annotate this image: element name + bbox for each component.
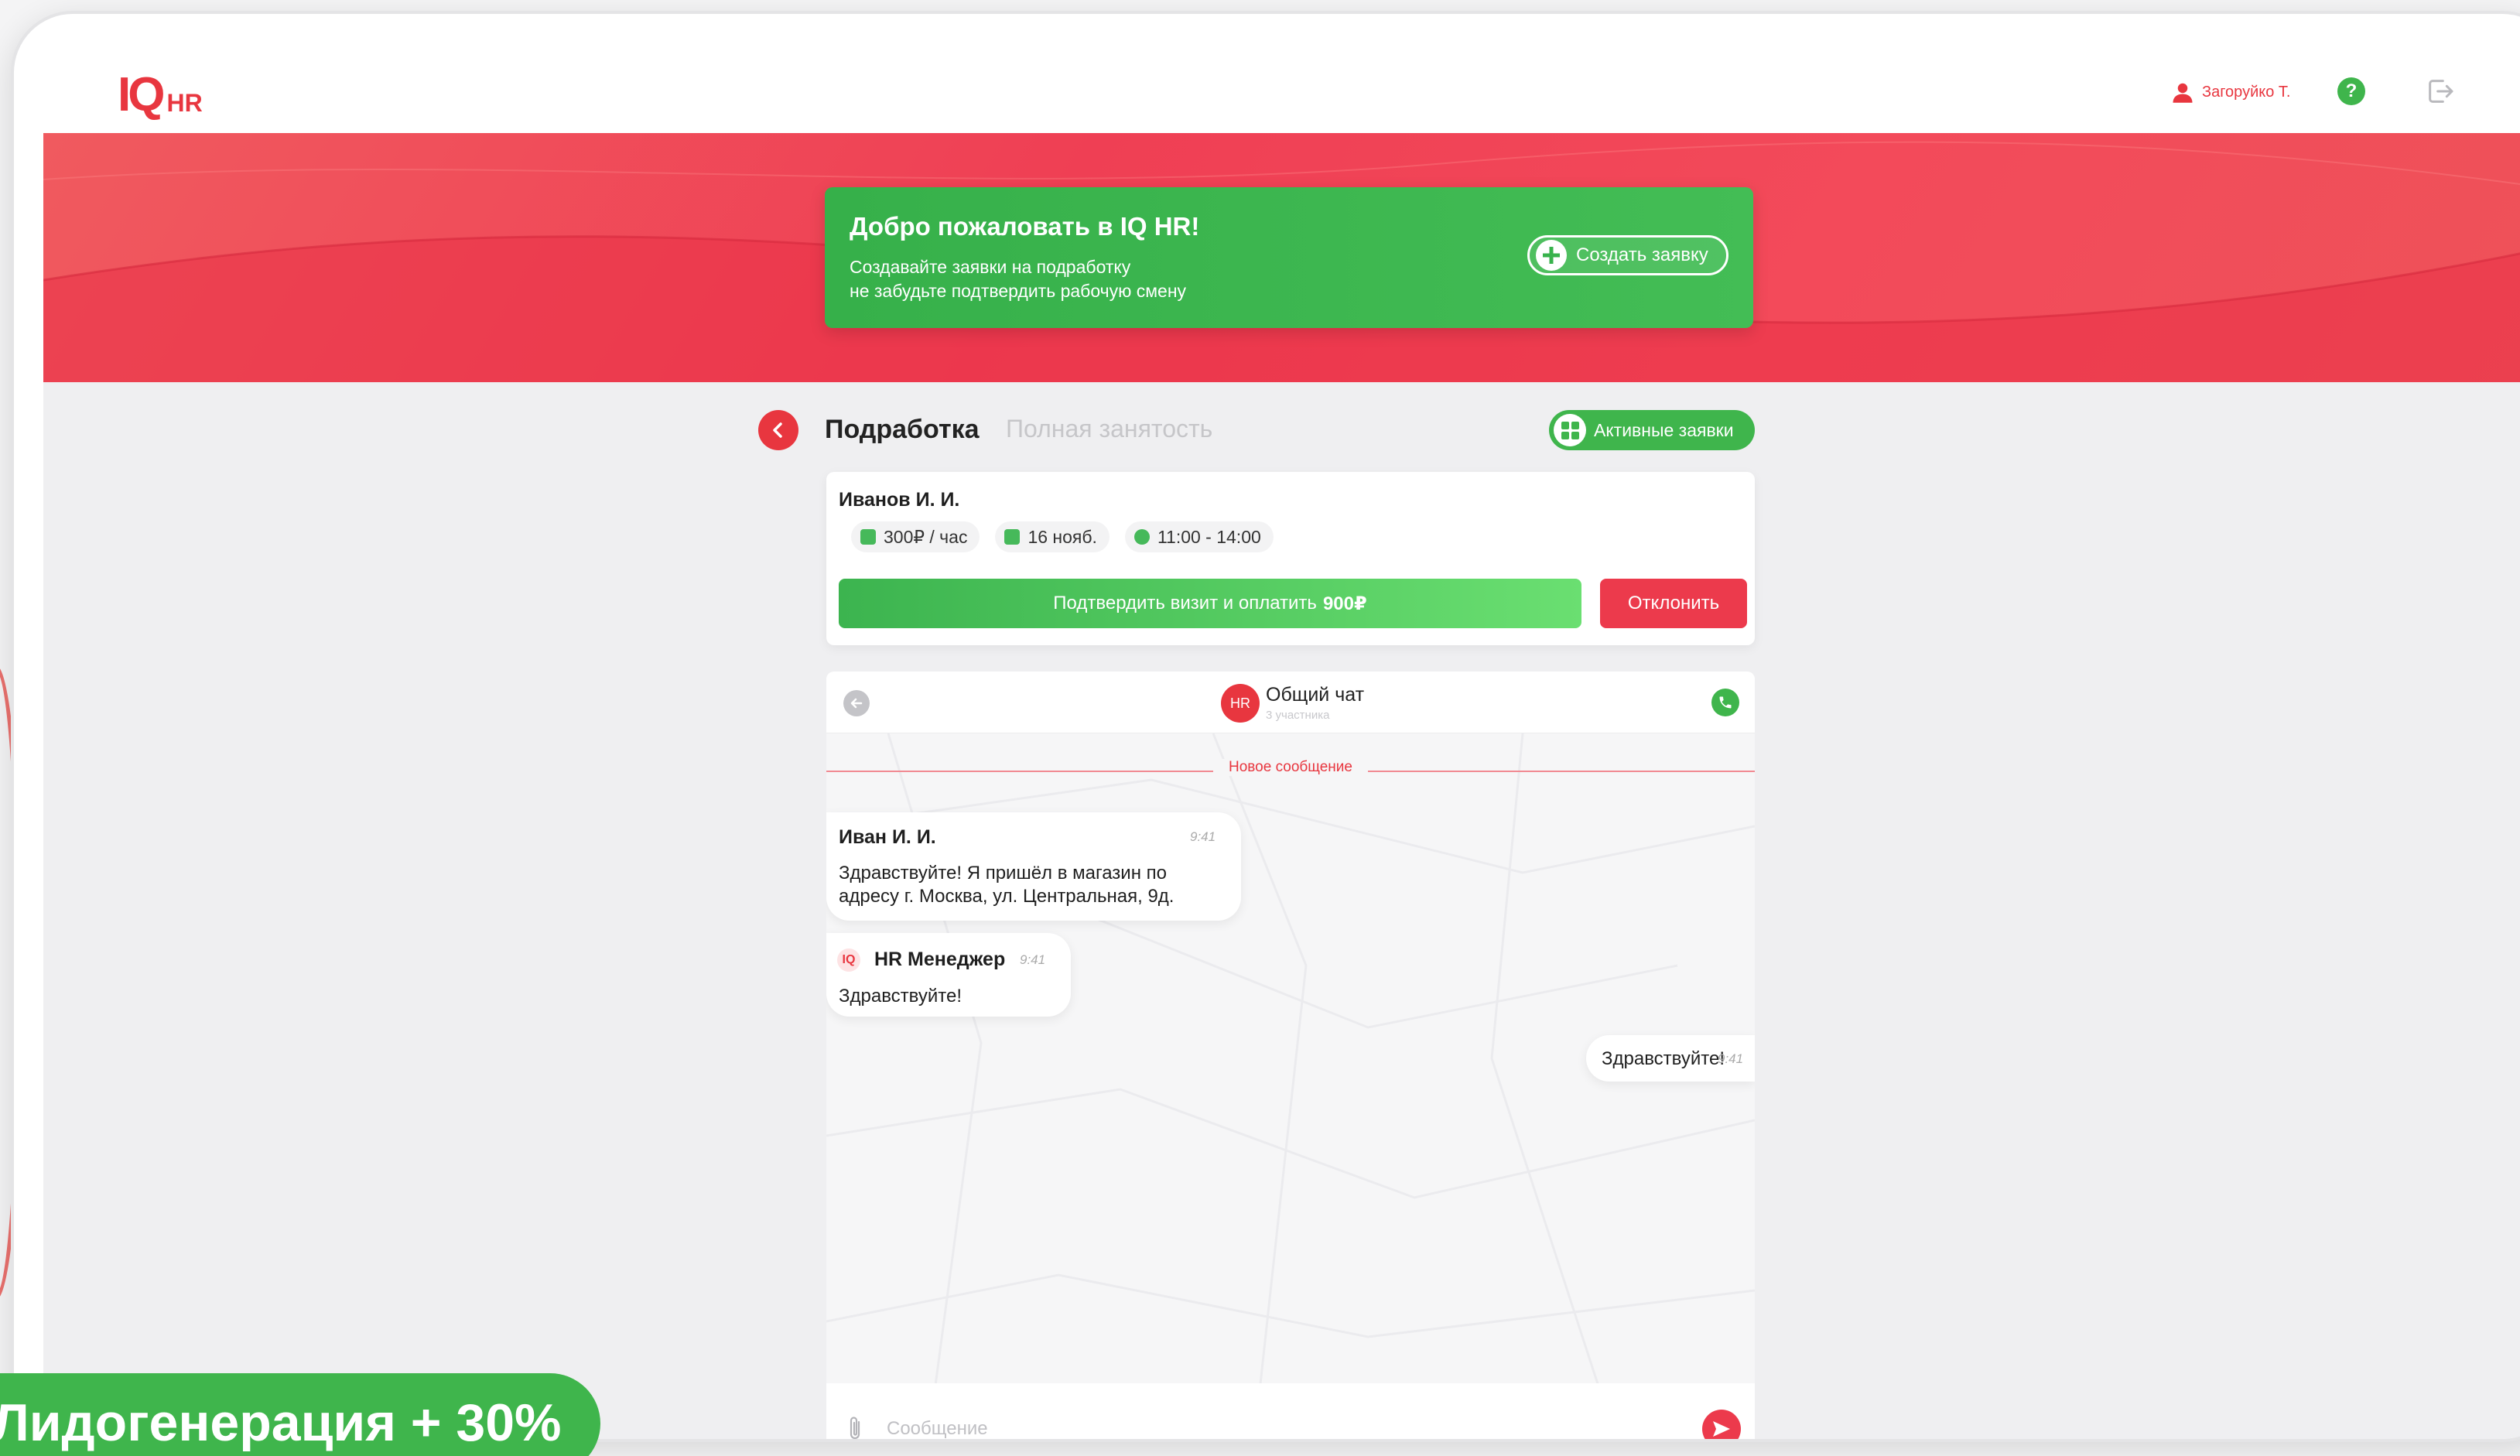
message-bubble: IQ HR Менеджер 9:41 Здравствуйте! <box>826 933 1071 1017</box>
message-time: 9:41 <box>1020 952 1046 967</box>
welcome-title: Добро пожаловать в IQ HR! <box>850 212 1200 241</box>
rate-value: 300₽ / час <box>884 526 968 547</box>
top-bar: IQ HR Загоруйко Т. ? <box>43 37 2520 133</box>
confirm-amount: 900₽ <box>1322 593 1367 614</box>
chat-panel: HR Общий чат 3 участника Новое сообщение… <box>826 672 1755 1442</box>
outgoing-message-bubble: Здравствуйте! 9:41 <box>1586 1035 1755 1082</box>
welcome-line-2: не забудьте подтвердить рабочую смену <box>850 281 1187 301</box>
paperclip-icon[interactable] <box>846 1416 863 1442</box>
create-request-label: Создать заявку <box>1576 244 1708 265</box>
wallet-icon <box>860 529 876 545</box>
active-requests-label: Активные заявки <box>1594 419 1734 440</box>
user-menu[interactable]: Загоруйко Т. <box>2171 80 2290 104</box>
worker-name: Иванов И. И. <box>839 489 960 511</box>
message-composer <box>826 1383 1755 1442</box>
confirm-label: Подтвердить визит и оплатить <box>1053 593 1317 614</box>
app-screen: IQ HR Загоруйко Т. ? Добро пожаловать в … <box>43 37 2520 1442</box>
hr-manager-logo: IQ <box>837 948 860 972</box>
message-author: HR Менеджер <box>874 948 1006 970</box>
plus-icon <box>1536 240 1567 271</box>
rate-chip: 300₽ / час <box>851 521 980 552</box>
grid-icon <box>1554 414 1586 446</box>
request-card: Иванов И. И. 300₽ / час 16 нояб. 11:00 -… <box>826 472 1755 645</box>
user-icon <box>2173 83 2193 103</box>
tab-part-time[interactable]: Подработка <box>825 415 980 445</box>
help-icon[interactable]: ? <box>2337 77 2365 105</box>
chat-participants: 3 участника <box>1266 709 1330 722</box>
date-chip: 16 нояб. <box>995 521 1110 552</box>
chat-header: HR Общий чат 3 участника <box>826 672 1755 733</box>
time-value: 11:00 - 14:00 <box>1157 526 1261 547</box>
logo-hr: HR <box>166 89 203 117</box>
message-bubble: Иван И. И. 9:41 Здравствуйте! Я пришёл в… <box>826 812 1241 921</box>
welcome-card: Добро пожаловать в IQ HR! Создавайте зая… <box>825 187 1753 328</box>
message-author: Иван И. И. <box>839 826 936 848</box>
chat-avatar: HR <box>1221 684 1260 723</box>
logo-iq: IQ <box>118 68 165 121</box>
welcome-text: Создавайте заявки на подработку не забуд… <box>850 255 1186 303</box>
message-text: Здравствуйте! <box>839 986 963 1007</box>
user-name: Загоруйко Т. <box>2202 83 2291 101</box>
reject-button[interactable]: Отклонить <box>1600 579 1747 628</box>
confirm-pay-button[interactable]: Подтвердить визит и оплатить 900₽ <box>839 579 1581 628</box>
chevron-left-icon <box>773 422 782 438</box>
message-text: Здравствуйте! <box>1602 1048 1725 1069</box>
request-details: 300₽ / час 16 нояб. 11:00 - 14:00 <box>851 521 1274 552</box>
arrow-left-icon <box>850 698 863 709</box>
phone-glyph <box>1719 696 1732 709</box>
calendar-icon <box>1004 529 1021 545</box>
chat-back-button[interactable] <box>843 690 870 716</box>
send-button[interactable] <box>1702 1410 1741 1439</box>
message-text: Здравствуйте! Я пришёл в магазин по адре… <box>839 863 1175 907</box>
message-time: 9:41 <box>1190 829 1216 844</box>
create-request-button[interactable]: Создать заявку <box>1527 235 1728 275</box>
chat-title: Общий чат <box>1266 684 1365 706</box>
send-icon <box>1713 1421 1730 1437</box>
message-input[interactable] <box>887 1410 1660 1439</box>
time-chip: 11:00 - 14:00 <box>1124 521 1274 552</box>
app-logo[interactable]: IQ HR <box>118 71 203 119</box>
promo-ribbon: Лидогенерация + 30% <box>0 1373 600 1456</box>
welcome-line-1: Создавайте заявки на подработку <box>850 257 1131 277</box>
date-value: 16 нояб. <box>1027 526 1097 547</box>
active-requests-button[interactable]: Активные заявки <box>1549 410 1755 450</box>
phone-icon[interactable] <box>1711 689 1739 716</box>
tab-full-time[interactable]: Полная занятость <box>1006 415 1212 443</box>
laptop-frame: IQ HR Загоруйко Т. ? Добро пожаловать в … <box>11 11 2520 1442</box>
logout-icon[interactable] <box>2425 76 2456 107</box>
clock-icon <box>1133 529 1150 545</box>
new-message-label: Новое сообщение <box>1213 759 1368 776</box>
back-button[interactable] <box>758 410 798 450</box>
message-time: 9:41 <box>1718 1051 1744 1066</box>
